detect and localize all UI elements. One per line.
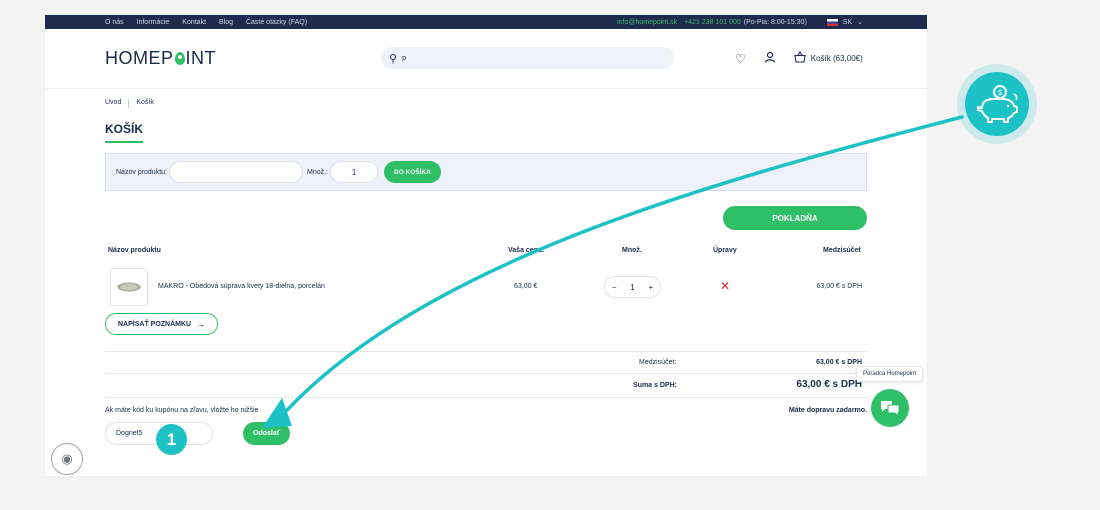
plus-icon[interactable]: + bbox=[648, 283, 653, 292]
header-qty: Množ. bbox=[622, 247, 642, 254]
header-product: Názov produktu bbox=[108, 247, 161, 254]
piggy-bank-badge: $ bbox=[957, 64, 1037, 144]
coupon-instruction: Ak máte kód ku kupónu na zľavu, vložte h… bbox=[105, 407, 259, 414]
basket-icon[interactable] bbox=[794, 50, 806, 66]
top-link-blog[interactable]: Blog bbox=[219, 19, 233, 26]
total-value: 63,00 € s DPH bbox=[796, 379, 862, 390]
minus-icon[interactable]: − bbox=[612, 283, 617, 292]
summary-divider-bottom bbox=[105, 397, 867, 398]
breadcrumb-cart: Košík bbox=[136, 99, 154, 106]
add-to-cart-button[interactable]: DO KOŠÍKA bbox=[384, 161, 441, 183]
summary-divider-top bbox=[105, 351, 867, 352]
add-note-button[interactable]: NAPÍSAŤ POZNÁMKU → bbox=[105, 313, 219, 335]
search-value: p bbox=[402, 54, 406, 62]
checkout-button[interactable]: POKLADŇA bbox=[723, 206, 867, 230]
title-underline bbox=[105, 141, 143, 143]
search-input[interactable]: ⚲ p bbox=[381, 47, 674, 69]
add-note-label: NAPÍSAŤ POZNÁMKU bbox=[118, 320, 192, 328]
logo-text-left: HOMEP bbox=[105, 48, 174, 68]
top-bar: O nás Informácie Kontakt Blog Časté otáz… bbox=[45, 15, 927, 29]
language-selector[interactable]: SK bbox=[843, 19, 852, 26]
subtotal-value: 63,00 € s DPH bbox=[816, 359, 862, 366]
breadcrumb-home[interactable]: Úvod bbox=[105, 99, 121, 108]
total-label: Suma s DPH: bbox=[633, 382, 677, 389]
header-subtotal: Medzisúčet bbox=[823, 247, 861, 254]
user-icon[interactable] bbox=[764, 51, 776, 66]
svg-text:$: $ bbox=[997, 88, 1002, 97]
slovak-flag-icon[interactable] bbox=[826, 18, 838, 26]
cookie-settings-icon[interactable]: ◉ bbox=[51, 443, 83, 475]
free-delivery-note: Máte dopravu zadarmo. bbox=[788, 407, 867, 414]
header-price: Vaša cena: bbox=[508, 247, 545, 254]
quantity-value[interactable]: 1 bbox=[630, 283, 634, 292]
location-pin-icon bbox=[174, 52, 185, 65]
top-link-faq[interactable]: Časté otázky (FAQ) bbox=[246, 19, 307, 26]
step-number-badge: 1 bbox=[156, 424, 187, 455]
chat-icon[interactable] bbox=[871, 389, 909, 427]
breadcrumb-divider bbox=[128, 99, 130, 108]
subtotal-label: Medzisúčet: bbox=[639, 359, 677, 366]
shop-page: O nás Informácie Kontakt Blog Časté otáz… bbox=[45, 15, 927, 476]
homepoint-logo[interactable]: HOMEP INT bbox=[105, 48, 216, 69]
product-name-label: Názov produktu: bbox=[116, 168, 167, 176]
page-title: KOŠÍK bbox=[105, 122, 144, 136]
site-header: HOMEP INT ⚲ p ♡ Košík (63,00€) bbox=[45, 29, 927, 89]
heart-icon[interactable]: ♡ bbox=[735, 52, 746, 66]
arrow-right-icon: → bbox=[196, 319, 206, 329]
quantity-input[interactable]: 1 bbox=[330, 161, 378, 183]
search-icon[interactable]: ⚲ bbox=[389, 52, 397, 65]
remove-item-icon[interactable]: ✕ bbox=[720, 279, 730, 293]
chevron-down-icon[interactable]: ⌄ bbox=[857, 18, 863, 26]
contact-hours: (Po-Pia: 8:00-15:30) bbox=[743, 18, 807, 26]
summary-divider-middle bbox=[105, 373, 867, 374]
header-edit: Úpravy bbox=[713, 247, 737, 254]
row-subtotal: 63,00 € s DPH bbox=[816, 283, 862, 290]
piggy-bank-icon: $ bbox=[965, 72, 1029, 136]
helper-tooltip: Poradca Homepoint bbox=[856, 366, 924, 382]
product-thumbnail[interactable] bbox=[110, 268, 148, 306]
product-name-input[interactable] bbox=[168, 161, 303, 183]
quantity-stepper: − 1 + bbox=[604, 276, 661, 298]
top-links: O nás Informácie Kontakt Blog Časté otáz… bbox=[105, 19, 318, 26]
plate-image bbox=[116, 282, 142, 292]
top-link-about[interactable]: O nás bbox=[105, 19, 124, 26]
quantity-label: Množ.: bbox=[306, 168, 328, 176]
breadcrumb: Úvod Košík bbox=[105, 99, 154, 108]
contact-email[interactable]: info@homepoint.sk bbox=[617, 19, 677, 26]
header-icons: ♡ Košík (63,00€) bbox=[735, 50, 863, 66]
coupon-submit-button[interactable]: Odoslať bbox=[243, 422, 291, 445]
top-link-info[interactable]: Informácie bbox=[137, 19, 170, 26]
contact-phone[interactable]: +421 238 101 000 bbox=[684, 19, 741, 26]
top-contact: info@homepoint.sk +421 238 101 000 (Po-P… bbox=[617, 18, 927, 26]
logo-text-right: INT bbox=[185, 48, 217, 68]
top-link-contact[interactable]: Kontakt bbox=[182, 19, 206, 26]
table-row: MAKRO - Obedová súprava kvety 18-dielna,… bbox=[105, 268, 867, 308]
cart-summary[interactable]: Košík (63,00€) bbox=[811, 54, 863, 63]
quick-add-bar: Názov produktu: Množ.: 1 DO KOŠÍKA bbox=[105, 153, 867, 191]
product-name[interactable]: MAKRO - Obedová súprava kvety 18-dielna,… bbox=[158, 283, 325, 290]
product-price: 63,00 € bbox=[514, 283, 538, 290]
